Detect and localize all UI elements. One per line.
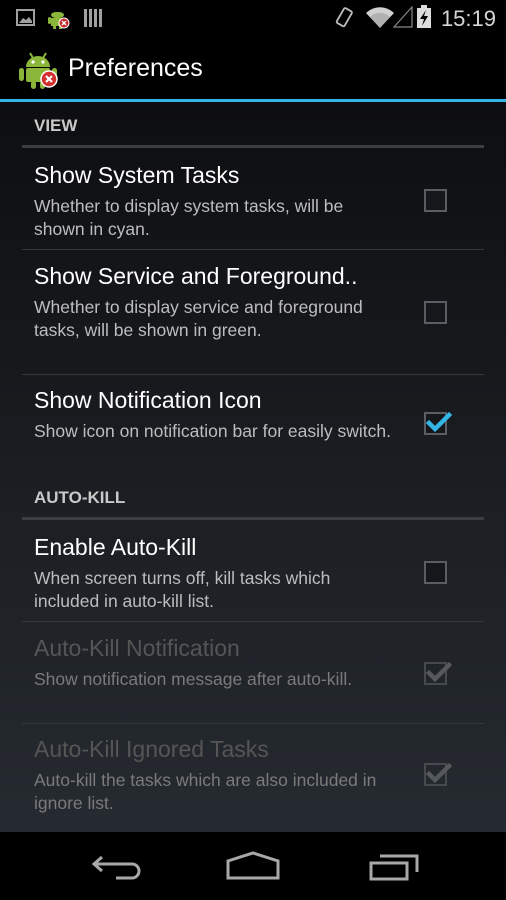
recents-button[interactable] bbox=[364, 850, 424, 886]
wifi-icon bbox=[366, 7, 394, 29]
pref-summary: Show notification message after auto-kil… bbox=[34, 669, 353, 689]
pref-title: Show System Tasks bbox=[34, 162, 240, 188]
page-title: Preferences bbox=[68, 54, 203, 82]
checkbox-show-notification-icon[interactable] bbox=[424, 411, 453, 435]
pref-summary: Whether to display system tasks, will be… bbox=[34, 196, 344, 239]
pref-auto-kill-ignored-tasks: Auto-Kill Ignored Tasks Auto-kill the ta… bbox=[0, 736, 506, 822]
row-divider bbox=[22, 621, 484, 622]
android-killer-icon[interactable] bbox=[18, 48, 60, 90]
checkbox-auto-kill-notification bbox=[424, 661, 453, 685]
preferences-list[interactable]: VIEW Show System Tasks Whether to displa… bbox=[0, 102, 506, 832]
row-divider bbox=[22, 723, 484, 724]
pref-title: Auto-Kill Notification bbox=[34, 635, 240, 661]
row-divider bbox=[22, 249, 484, 250]
pref-summary: When screen turns off, kill tasks which … bbox=[34, 568, 331, 611]
category-divider bbox=[22, 517, 484, 520]
back-button[interactable] bbox=[84, 850, 144, 886]
battery-charging-icon bbox=[417, 5, 431, 28]
home-button[interactable] bbox=[223, 850, 283, 886]
checkbox-enable-auto-kill[interactable] bbox=[424, 561, 447, 584]
pref-title: Auto-Kill Ignored Tasks bbox=[34, 736, 269, 762]
checkmark-icon bbox=[425, 661, 453, 683]
pref-summary: Show icon on notification bar for easily… bbox=[34, 421, 391, 441]
android-app-icon bbox=[48, 12, 70, 29]
checkbox-show-service-foreground[interactable] bbox=[424, 301, 447, 324]
pref-title: Show Service and Foreground.. bbox=[34, 263, 358, 289]
pref-enable-auto-kill[interactable]: Enable Auto-Kill When screen turns off, … bbox=[0, 534, 506, 620]
checkmark-icon bbox=[425, 762, 453, 784]
pref-title: Enable Auto-Kill bbox=[34, 534, 197, 560]
checkbox-show-system-tasks[interactable] bbox=[424, 189, 447, 212]
category-auto-kill: AUTO-KILL bbox=[34, 488, 126, 507]
pref-summary: Auto-kill the tasks which are also inclu… bbox=[34, 770, 377, 813]
category-view: VIEW bbox=[34, 116, 78, 135]
action-bar: Preferences bbox=[0, 36, 506, 100]
pref-title: Show Notification Icon bbox=[34, 387, 262, 413]
pref-show-system-tasks[interactable]: Show System Tasks Whether to display sys… bbox=[0, 162, 506, 248]
category-divider bbox=[22, 145, 484, 148]
row-divider bbox=[22, 374, 484, 375]
vibrate-icon bbox=[335, 7, 353, 28]
pref-summary: Whether to display service and foregroun… bbox=[34, 297, 363, 340]
pref-show-notification-icon[interactable]: Show Notification Icon Show icon on noti… bbox=[0, 387, 506, 477]
signal-icon bbox=[393, 6, 413, 28]
checkmark-icon bbox=[425, 411, 453, 433]
barcode-icon bbox=[84, 9, 102, 27]
status-bar: 15:19 bbox=[0, 0, 506, 36]
image-icon bbox=[16, 9, 35, 26]
pref-auto-kill-notification: Auto-Kill Notification Show notification… bbox=[0, 635, 506, 721]
navigation-bar bbox=[0, 832, 506, 900]
pref-show-service-foreground[interactable]: Show Service and Foreground.. Whether to… bbox=[0, 263, 506, 373]
checkbox-auto-kill-ignored-tasks bbox=[424, 762, 453, 786]
status-time: 15:19 bbox=[440, 6, 496, 31]
